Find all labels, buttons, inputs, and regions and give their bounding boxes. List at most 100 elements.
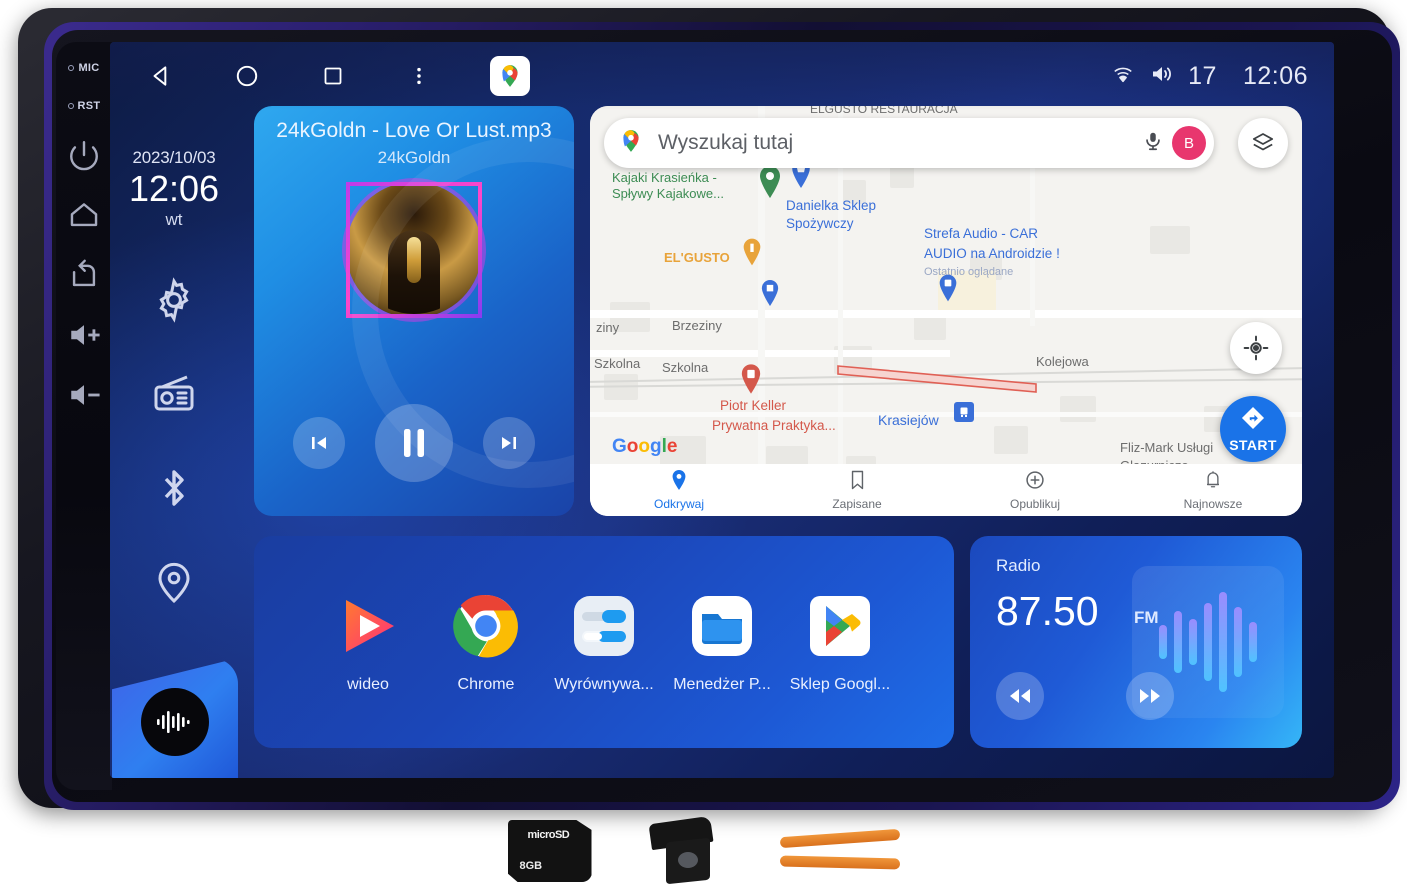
microsd-size: 8GB (519, 860, 543, 872)
camera-lens (677, 852, 698, 868)
bluetooth-icon[interactable] (150, 464, 198, 512)
map-pin-kajaki[interactable] (758, 166, 782, 198)
nav-recents-icon[interactable] (312, 55, 354, 97)
map-label: Danielka Sklep (786, 198, 877, 213)
video-player-icon (332, 590, 404, 662)
map-nav-najnowsze[interactable]: Najnowsze (1124, 470, 1302, 511)
search-input[interactable]: Wyszukaj tutaj (658, 131, 1142, 155)
map-station-icon[interactable] (954, 402, 974, 422)
status-bar-clock: 12:06 (1242, 61, 1308, 90)
map-pin-piotr-keller[interactable] (740, 364, 762, 394)
map-bottom-nav: Odkrywaj Zapisane Opublikuj Najnowsze (590, 464, 1302, 516)
mic-dot-icon (68, 65, 75, 71)
map-nav-label: Opublikuj (1009, 496, 1061, 511)
app-shortcut-equalizer[interactable]: Wyrównywa... (545, 590, 663, 694)
google-maps-icon[interactable] (490, 56, 530, 96)
rewind-icon[interactable] (996, 672, 1044, 720)
app-shortcut-chrome[interactable]: Chrome (427, 590, 545, 694)
map-pin-shop[interactable] (760, 280, 780, 306)
nav-more-icon[interactable] (398, 55, 440, 97)
app-shortcut-wideo[interactable]: wideo (309, 590, 427, 694)
music-player-card[interactable]: 24kGoldn - Love Or Lust.mp3 24kGoldn (254, 106, 574, 516)
app-label: Chrome (457, 676, 515, 693)
layers-icon[interactable] (1238, 118, 1288, 168)
mic-hole: MIC (68, 62, 99, 74)
app-label: wideo (347, 676, 389, 693)
app-shortcut-file-manager[interactable]: Menedżer P... (663, 590, 781, 694)
bell-icon (1204, 470, 1222, 495)
google-watermark: Google (612, 436, 678, 457)
music-artist-name: 24kGoldn (377, 148, 451, 167)
map-label: Szkolna (594, 356, 641, 371)
app-shortcuts-row: wideo Chrome Wyrównywa... Menedżer P... … (254, 536, 954, 748)
skip-previous-icon[interactable] (293, 417, 345, 469)
map-label: Fliz-Mark Usługi (1120, 440, 1214, 455)
nav-home-icon[interactable] (226, 55, 268, 97)
volume-level: 17 (1188, 61, 1217, 90)
gear-icon[interactable] (150, 276, 198, 324)
microsd-logo: microSD (527, 829, 570, 841)
app-label: Sklep Googl... (789, 676, 891, 693)
app-shortcut-play-store[interactable]: Sklep Googl... (781, 590, 899, 694)
map-search-bar[interactable]: Wyszukaj tutaj B (604, 118, 1214, 168)
start-navigation-button[interactable]: START (1220, 396, 1286, 462)
reset-hole: RST (67, 100, 101, 112)
eq-bar (1249, 622, 1257, 662)
plus-circle-icon (1025, 470, 1045, 495)
pry-tools (779, 825, 900, 877)
music-controls (254, 404, 574, 482)
microphone-icon[interactable] (1142, 129, 1164, 158)
screen: 17 12:06 2023/10/03 12:06 wt 24kGoldn - … (110, 42, 1334, 778)
eq-bar (1189, 619, 1197, 665)
map-label: EL'GUSTO (664, 250, 730, 265)
radio-frequency: 87.50 (996, 588, 1099, 634)
skip-next-icon[interactable] (483, 417, 535, 469)
radio-card[interactable]: Radio 87.50 FM (970, 536, 1302, 748)
chrome-icon (450, 590, 522, 662)
back-icon[interactable] (67, 258, 101, 292)
nav-back-icon[interactable] (140, 55, 182, 97)
eq-bar (1159, 625, 1167, 659)
map-nav-label: Zapisane (832, 496, 882, 511)
location-pin-icon[interactable] (150, 558, 198, 606)
radio-icon[interactable] (150, 370, 198, 418)
user-avatar[interactable]: B (1172, 126, 1206, 160)
music-track-title: 24kGoldn - Love Or Lust.mp3 (276, 119, 552, 142)
start-button-label: START (1229, 437, 1277, 453)
map-label: Piotr Keller (720, 398, 787, 413)
status-bar-right: 17 12:06 (1110, 62, 1308, 91)
app-label: Menedżer P... (673, 676, 771, 693)
map-label: Krasiejów (878, 412, 939, 428)
my-location-icon[interactable] (1230, 322, 1282, 374)
map-nav-opublikuj[interactable]: Opublikuj (946, 470, 1124, 511)
map-pin-elgusto[interactable] (742, 238, 762, 266)
map-card[interactable]: Kajaki Krasieńka - Spływy Kajakowe... Dani… (590, 106, 1302, 516)
power-icon[interactable] (67, 138, 101, 172)
rear-camera (647, 815, 722, 885)
bookmark-icon (849, 470, 866, 495)
volume-up-icon[interactable] (67, 318, 101, 352)
dock-time: 12:06 (128, 168, 220, 209)
waveform-icon[interactable] (141, 688, 209, 756)
audio-wave-icon (1132, 566, 1284, 718)
map-label: AUDIO na Androidzie ! (924, 246, 1060, 261)
map-nav-label: Odkrywaj (653, 496, 704, 511)
map-label: Spływy Kajakowe... (612, 186, 724, 201)
head-unit-device: MIC RST 17 12:06 2023/10/03 12:06 wt 24k… (18, 8, 1400, 810)
map-nav-zapisane[interactable]: Zapisane (768, 470, 946, 511)
pause-icon[interactable] (375, 404, 453, 482)
hardware-key-column: MIC RST (56, 42, 112, 790)
album-art (346, 182, 482, 318)
volume-down-icon[interactable] (67, 378, 101, 412)
file-manager-icon (686, 590, 758, 662)
eq-bar (1204, 603, 1212, 681)
map-label: Spożywczy (786, 216, 854, 231)
wifi-icon (1110, 63, 1136, 90)
eq-bar (1219, 592, 1227, 692)
dock-date: 2023/10/03 (132, 148, 216, 167)
radio-title: Radio (996, 556, 1041, 575)
left-dock: 2023/10/03 12:06 wt (110, 110, 238, 778)
album-art-figure (388, 229, 440, 314)
home-icon[interactable] (67, 198, 101, 232)
map-nav-odkrywaj[interactable]: Odkrywaj (590, 469, 768, 511)
